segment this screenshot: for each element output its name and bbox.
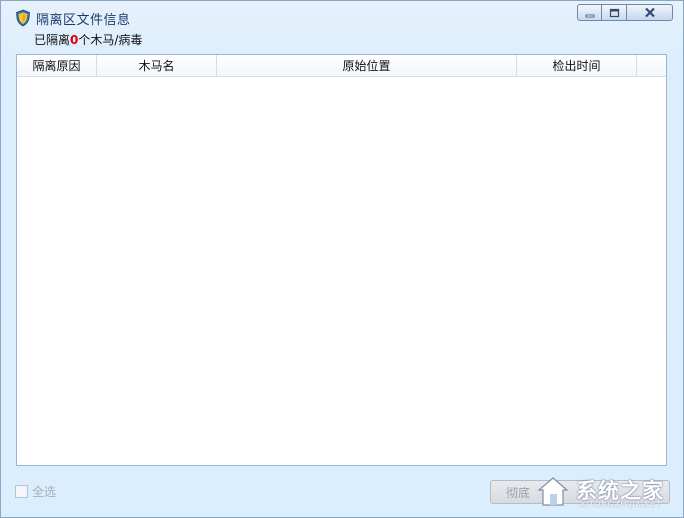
select-all-checkbox[interactable] [15,485,28,498]
minimize-icon [585,14,594,17]
column-header-original-location[interactable]: 原始位置 [217,55,517,76]
select-all-control[interactable]: 全选 [15,483,56,500]
quarantine-summary: 已隔离 0 个木马/病毒 [34,31,142,48]
maximize-button[interactable] [602,4,627,21]
column-header-filler [637,55,666,76]
window-title: 隔离区文件信息 [36,12,131,28]
column-header-reason[interactable]: 隔离原因 [17,55,97,76]
minimize-button[interactable] [577,4,602,21]
close-button[interactable] [627,4,673,21]
delete-button-label: 彻底 [506,485,531,500]
select-all-label: 全选 [32,485,57,499]
list-header: 隔离原因 木马名 原始位置 检出时间 [17,55,666,77]
quarantine-count: 0 [70,33,79,47]
column-header-trojan-name[interactable]: 木马名 [97,55,217,76]
quarantine-list[interactable]: 隔离原因 木马名 原始位置 检出时间 [16,54,667,466]
title-bar: 隔离区文件信息 [15,8,131,28]
maximize-icon [609,8,619,17]
quarantine-window: 隔离区文件信息 已隔离 0 个木马/病毒 隔离原因 木马名 原始位置 检出时间 全选… [0,0,684,518]
delete-permanently-button[interactable]: 彻底 [490,480,670,504]
window-controls [577,4,673,21]
shield-icon [16,9,30,27]
summary-prefix: 已隔离 [34,33,71,47]
close-icon [644,7,655,18]
column-header-detected-time[interactable]: 检出时间 [517,55,637,76]
summary-suffix: 个木马/病毒 [78,33,143,47]
